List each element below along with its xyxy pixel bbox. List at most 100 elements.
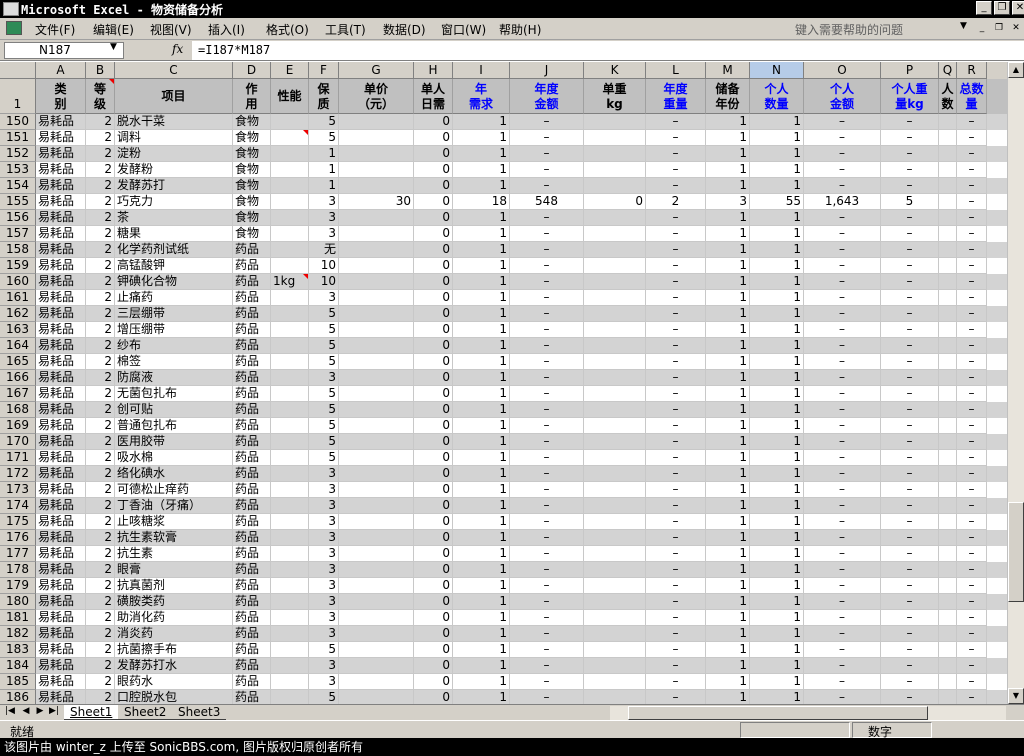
close-button[interactable]: ✕ [1012, 1, 1024, 15]
table-cell[interactable]: 2 [86, 210, 115, 226]
table-cell[interactable] [939, 530, 957, 546]
table-cell[interactable]: 2 [86, 466, 115, 482]
table-cell[interactable]: 1 [706, 546, 750, 562]
table-cell[interactable]: – [881, 306, 939, 322]
table-cell[interactable]: 易耗品 [36, 578, 86, 594]
table-cell[interactable]: 1 [453, 450, 510, 466]
select-all-corner[interactable] [0, 62, 36, 79]
table-cell[interactable]: – [510, 242, 584, 258]
table-cell[interactable] [271, 194, 309, 210]
table-cell[interactable]: – [804, 258, 881, 274]
table-cell[interactable]: 1 [453, 274, 510, 290]
column-header-j[interactable]: J [510, 62, 584, 79]
table-cell[interactable]: 易耗品 [36, 258, 86, 274]
table-cell[interactable]: 2 [86, 578, 115, 594]
column-title[interactable]: 年 需求 [453, 79, 510, 114]
table-cell[interactable]: 3 [309, 226, 339, 242]
table-cell[interactable]: 0 [414, 514, 453, 530]
table-cell[interactable]: 化学药剂试纸 [115, 242, 233, 258]
table-cell[interactable]: 30 [339, 194, 414, 210]
table-cell[interactable]: 2 [86, 114, 115, 130]
table-cell[interactable] [584, 242, 646, 258]
table-cell[interactable] [271, 114, 309, 130]
table-cell[interactable] [339, 226, 414, 242]
column-header-c[interactable]: C [115, 62, 233, 79]
table-cell[interactable] [339, 562, 414, 578]
table-cell[interactable] [271, 626, 309, 642]
table-cell[interactable]: – [510, 210, 584, 226]
table-cell[interactable]: 1 [453, 690, 510, 704]
table-cell[interactable]: 2 [86, 146, 115, 162]
table-cell[interactable]: 药品 [233, 610, 271, 626]
table-cell[interactable]: 1 [453, 626, 510, 642]
table-cell[interactable]: – [646, 370, 706, 386]
table-cell[interactable]: – [510, 546, 584, 562]
column-title[interactable]: 人 数 [939, 79, 957, 114]
table-cell[interactable]: – [881, 354, 939, 370]
table-cell[interactable]: – [646, 114, 706, 130]
table-cell[interactable]: – [957, 354, 987, 370]
table-cell[interactable]: 1 [453, 306, 510, 322]
table-cell[interactable]: 1 [309, 178, 339, 194]
table-cell[interactable]: 药品 [233, 466, 271, 482]
table-cell[interactable] [339, 178, 414, 194]
table-cell[interactable]: 2 [86, 514, 115, 530]
table-cell[interactable]: 0 [414, 418, 453, 434]
table-cell[interactable]: – [957, 258, 987, 274]
table-cell[interactable] [939, 114, 957, 130]
table-cell[interactable]: 1 [453, 594, 510, 610]
table-cell[interactable]: 5 [309, 338, 339, 354]
table-cell[interactable]: 1 [453, 146, 510, 162]
table-cell[interactable]: – [646, 418, 706, 434]
table-cell[interactable]: 1 [453, 386, 510, 402]
table-cell[interactable] [939, 338, 957, 354]
table-cell[interactable] [339, 498, 414, 514]
table-cell[interactable]: 淀粉 [115, 146, 233, 162]
table-cell[interactable] [584, 178, 646, 194]
table-cell[interactable]: 2 [86, 306, 115, 322]
table-cell[interactable] [339, 418, 414, 434]
table-cell[interactable]: 1 [706, 498, 750, 514]
table-cell[interactable]: 1,643 [804, 194, 881, 210]
table-cell[interactable]: – [881, 690, 939, 704]
table-cell[interactable]: 1 [706, 418, 750, 434]
table-cell[interactable]: 1 [750, 434, 804, 450]
table-cell[interactable]: – [881, 386, 939, 402]
table-cell[interactable]: 1 [750, 306, 804, 322]
comment-indicator[interactable] [303, 130, 308, 135]
table-cell[interactable]: 5 [309, 130, 339, 146]
table-cell[interactable]: – [804, 146, 881, 162]
table-cell[interactable]: – [804, 562, 881, 578]
table-cell[interactable] [339, 546, 414, 562]
table-cell[interactable]: – [646, 498, 706, 514]
name-box[interactable]: N187 [4, 42, 124, 59]
table-cell[interactable]: – [804, 354, 881, 370]
table-cell[interactable] [271, 146, 309, 162]
table-cell[interactable]: 5 [309, 306, 339, 322]
table-cell[interactable]: – [510, 178, 584, 194]
table-cell[interactable] [939, 562, 957, 578]
table-cell[interactable]: 3 [309, 562, 339, 578]
table-cell[interactable] [271, 594, 309, 610]
table-cell[interactable]: 1 [706, 258, 750, 274]
table-cell[interactable]: 眼药水 [115, 674, 233, 690]
table-cell[interactable]: – [510, 162, 584, 178]
table-cell[interactable] [939, 258, 957, 274]
table-cell[interactable] [939, 370, 957, 386]
table-cell[interactable]: 药品 [233, 290, 271, 306]
table-cell[interactable] [939, 514, 957, 530]
table-cell[interactable]: 1 [453, 322, 510, 338]
table-cell[interactable]: – [881, 162, 939, 178]
table-cell[interactable]: – [957, 514, 987, 530]
table-cell[interactable]: – [881, 290, 939, 306]
table-cell[interactable]: 1 [706, 642, 750, 658]
table-cell[interactable]: 药品 [233, 690, 271, 704]
table-cell[interactable]: – [804, 178, 881, 194]
table-cell[interactable] [339, 674, 414, 690]
table-cell[interactable]: – [957, 482, 987, 498]
table-cell[interactable]: 1 [706, 130, 750, 146]
table-cell[interactable]: 0 [414, 226, 453, 242]
table-cell[interactable]: 发酵苏打 [115, 178, 233, 194]
table-cell[interactable]: 抗生素软膏 [115, 530, 233, 546]
column-title[interactable]: 性能 [271, 79, 309, 114]
